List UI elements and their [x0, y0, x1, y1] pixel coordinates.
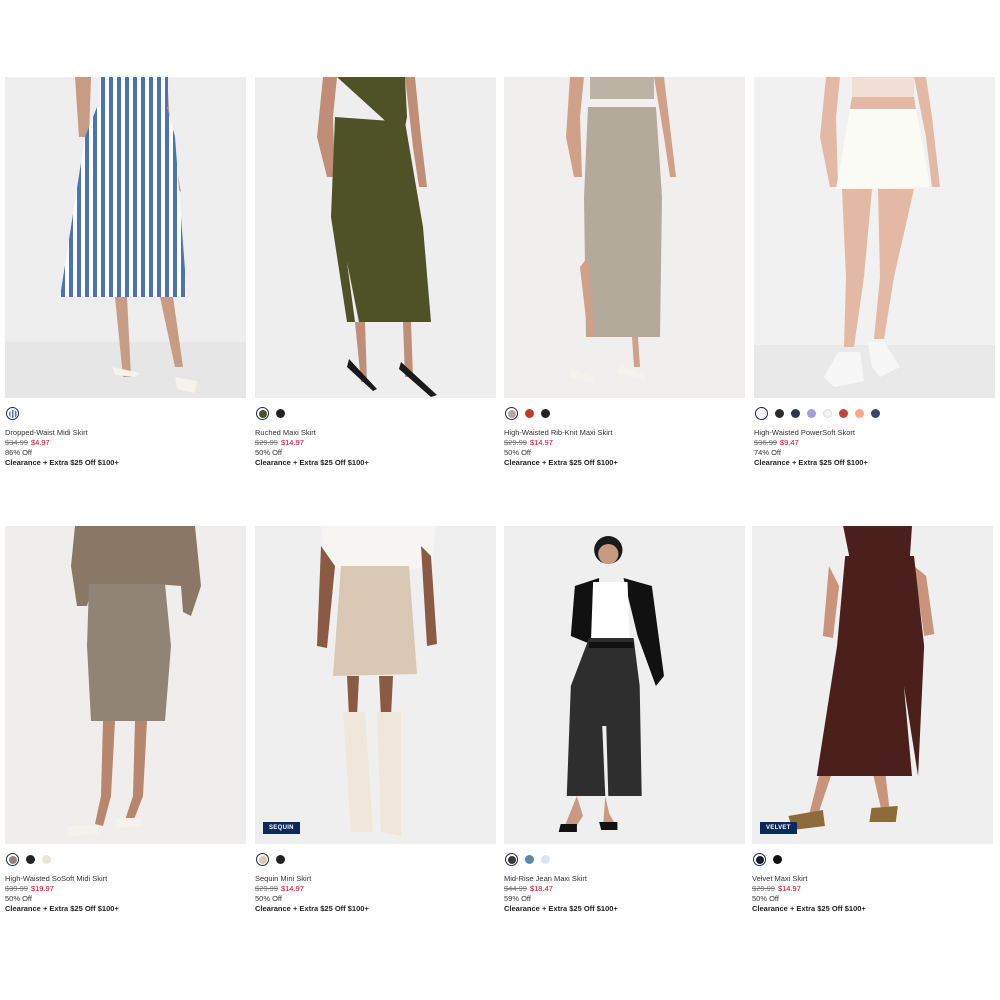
- product-name[interactable]: High-Waisted PowerSoft Skort: [754, 428, 995, 438]
- color-swatches: [752, 853, 993, 866]
- product-badge: SEQUIN: [263, 822, 300, 834]
- promo-label: Clearance + Extra $25 Off $100+: [504, 904, 618, 913]
- color-swatch[interactable]: [753, 853, 766, 866]
- color-swatches: [754, 407, 995, 420]
- product-card[interactable]: Ruched Maxi Skirt $29.99 $14.97 50% Off C…: [255, 77, 496, 468]
- discount-label: 50% Off: [255, 448, 282, 457]
- product-name[interactable]: Mid-Rise Jean Maxi Skirt: [504, 874, 745, 884]
- sale-price: $19.97: [30, 884, 54, 893]
- original-price: $29.99: [255, 884, 278, 893]
- product-image[interactable]: [754, 77, 995, 398]
- product-name[interactable]: Dropped-Waist Midi Skirt: [5, 428, 246, 438]
- discount-label: 59% Off: [504, 894, 531, 903]
- color-swatch[interactable]: [541, 855, 550, 864]
- product-name[interactable]: High-Waisted Rib-Knit Maxi Skirt: [504, 428, 745, 438]
- original-price: $44.99: [504, 884, 527, 893]
- color-swatch[interactable]: [276, 855, 285, 864]
- sale-price: $9.47: [779, 438, 799, 447]
- color-swatch[interactable]: [256, 853, 269, 866]
- color-swatch[interactable]: [541, 409, 550, 418]
- color-swatch[interactable]: [525, 855, 534, 864]
- sale-price: $18.47: [529, 884, 553, 893]
- product-image[interactable]: VELVET: [752, 526, 993, 844]
- original-price: $36.99: [754, 438, 777, 447]
- color-swatch[interactable]: [6, 853, 19, 866]
- product-name[interactable]: Velvet Maxi Skirt: [752, 874, 993, 884]
- color-swatches: [504, 853, 745, 866]
- product-name[interactable]: High-Waisted SoSoft Midi Skirt: [5, 874, 246, 884]
- product-image[interactable]: [5, 526, 246, 844]
- color-swatch[interactable]: [505, 853, 518, 866]
- color-swatch[interactable]: [26, 855, 35, 864]
- promo-label: Clearance + Extra $25 Off $100+: [752, 904, 866, 913]
- discount-label: 50% Off: [752, 894, 779, 903]
- discount-label: 86% Off: [5, 448, 32, 457]
- product-image[interactable]: [255, 77, 496, 398]
- discount-label: 50% Off: [255, 894, 282, 903]
- product-card[interactable]: SEQUIN Sequin Mini Skirt $29.99 $14.97 50…: [255, 526, 496, 914]
- discount-label: 50% Off: [504, 448, 531, 457]
- discount-label: 74% Off: [754, 448, 781, 457]
- product-price: $29.99 $14.97: [255, 884, 496, 894]
- product-badge: VELVET: [760, 822, 797, 834]
- product-card[interactable]: VELVET Velvet Maxi Skirt $29.99 $14.97 50…: [752, 526, 993, 914]
- product-card[interactable]: High-Waisted Rib-Knit Maxi Skirt $29.99 $…: [504, 77, 745, 468]
- color-swatch[interactable]: [823, 409, 832, 418]
- product-price: $44.99 $18.47: [504, 884, 745, 894]
- sale-price: $14.97: [777, 884, 801, 893]
- color-swatch[interactable]: [276, 409, 285, 418]
- original-price: $34.99: [5, 438, 28, 447]
- original-price: $29.99: [255, 438, 278, 447]
- color-swatches: [255, 407, 496, 420]
- promo-label: Clearance + Extra $25 Off $100+: [5, 458, 119, 467]
- color-swatch[interactable]: [525, 409, 534, 418]
- product-image[interactable]: [504, 77, 745, 398]
- promo-label: Clearance + Extra $25 Off $100+: [255, 458, 369, 467]
- color-swatch[interactable]: [807, 409, 816, 418]
- sale-price: $14.97: [529, 438, 553, 447]
- color-swatches: [5, 407, 246, 420]
- sale-price: $14.97: [280, 438, 304, 447]
- discount-label: 50% Off: [5, 894, 32, 903]
- color-swatches: [255, 853, 496, 866]
- promo-label: Clearance + Extra $25 Off $100+: [754, 458, 868, 467]
- product-name[interactable]: Ruched Maxi Skirt: [255, 428, 496, 438]
- color-swatch[interactable]: [855, 409, 864, 418]
- product-name[interactable]: Sequin Mini Skirt: [255, 874, 496, 884]
- color-swatch[interactable]: [839, 409, 848, 418]
- product-card[interactable]: Dropped-Waist Midi Skirt $34.99 $4.97 86%…: [5, 77, 246, 468]
- original-price: $39.99: [5, 884, 28, 893]
- product-price: $34.99 $4.97: [5, 438, 246, 448]
- color-swatch[interactable]: [42, 855, 51, 864]
- product-price: $29.99 $14.97: [255, 438, 496, 448]
- product-price: $29.99 $14.97: [504, 438, 745, 448]
- color-swatch[interactable]: [775, 409, 784, 418]
- product-image[interactable]: [504, 526, 745, 844]
- color-swatch[interactable]: [6, 407, 19, 420]
- product-image[interactable]: [5, 77, 246, 398]
- color-swatch[interactable]: [755, 407, 768, 420]
- color-swatch[interactable]: [505, 407, 518, 420]
- promo-label: Clearance + Extra $25 Off $100+: [255, 904, 369, 913]
- sale-price: $4.97: [30, 438, 50, 447]
- product-image[interactable]: SEQUIN: [255, 526, 496, 844]
- product-price: $29.99 $14.97: [752, 884, 993, 894]
- product-card[interactable]: Mid-Rise Jean Maxi Skirt $44.99 $18.47 59…: [504, 526, 745, 914]
- color-swatches: [5, 853, 246, 866]
- original-price: $29.99: [504, 438, 527, 447]
- color-swatch[interactable]: [256, 407, 269, 420]
- product-card[interactable]: High-Waisted SoSoft Midi Skirt $39.99 $19…: [5, 526, 246, 914]
- original-price: $29.99: [752, 884, 775, 893]
- color-swatches: [504, 407, 745, 420]
- sale-price: $14.97: [280, 884, 304, 893]
- color-swatch[interactable]: [791, 409, 800, 418]
- promo-label: Clearance + Extra $25 Off $100+: [504, 458, 618, 467]
- product-price: $36.99 $9.47: [754, 438, 995, 448]
- product-card[interactable]: High-Waisted PowerSoft Skort $36.99 $9.47…: [754, 77, 995, 468]
- promo-label: Clearance + Extra $25 Off $100+: [5, 904, 119, 913]
- product-price: $39.99 $19.97: [5, 884, 246, 894]
- color-swatch[interactable]: [773, 855, 782, 864]
- color-swatch[interactable]: [871, 409, 880, 418]
